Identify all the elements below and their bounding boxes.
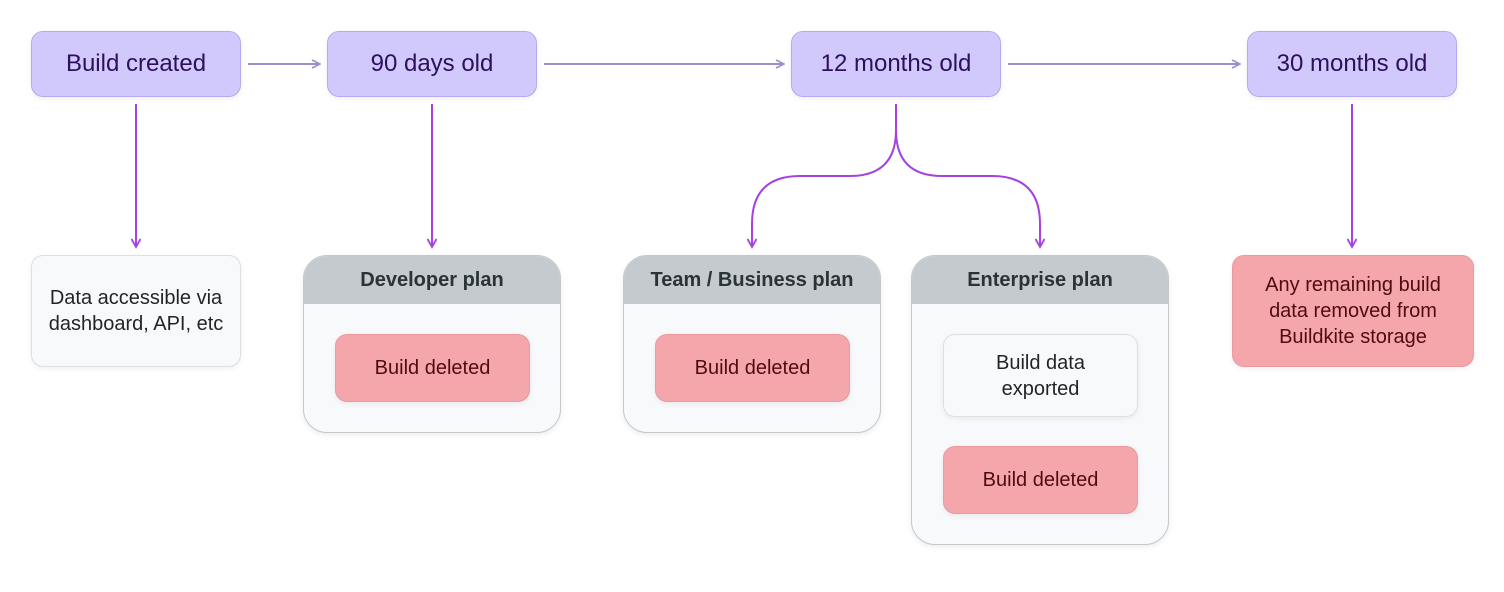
step-label: Build data exported [996, 351, 1085, 400]
stage-12-months-old: 12 months old [791, 31, 1001, 97]
build-deleted-step: Build deleted [335, 334, 530, 402]
build-deleted-step: Build deleted [655, 334, 850, 402]
build-deleted-step: Build deleted [943, 446, 1138, 514]
branch-arrow-enterprise [895, 129, 1046, 249]
step-label: Build deleted [374, 357, 491, 379]
outcome-text: Any remaining build data removed from Bu… [1265, 274, 1441, 348]
plan-enterprise: Enterprise plan Build data exported Buil… [911, 255, 1169, 545]
plan-title: Enterprise plan [912, 256, 1168, 304]
stage-90-days-old: 90 days old [327, 31, 537, 97]
stage-label: 90 days old [370, 50, 494, 77]
outcome-data-accessible: Data accessible via dashboard, API, etc [31, 255, 241, 367]
stage-label: 30 months old [1276, 50, 1428, 77]
outcome-data-removed: Any remaining build data removed from Bu… [1232, 255, 1474, 367]
stage-30-months-old: 30 months old [1247, 31, 1457, 97]
plan-developer: Developer plan Build deleted [303, 255, 561, 433]
step-label: Build deleted [982, 469, 1099, 491]
branch-arrow-team-business [746, 104, 897, 249]
stage-label: 12 months old [820, 50, 972, 77]
build-data-exported-step: Build data exported [943, 334, 1138, 417]
stage-build-created: Build created [31, 31, 241, 97]
step-label: Build deleted [694, 357, 811, 379]
plan-team-business: Team / Business plan Build deleted [623, 255, 881, 433]
outcome-text: Data accessible via dashboard, API, etc [48, 287, 224, 335]
plan-title: Team / Business plan [624, 256, 880, 304]
stage-label: Build created [65, 50, 207, 77]
plan-title: Developer plan [304, 256, 560, 304]
